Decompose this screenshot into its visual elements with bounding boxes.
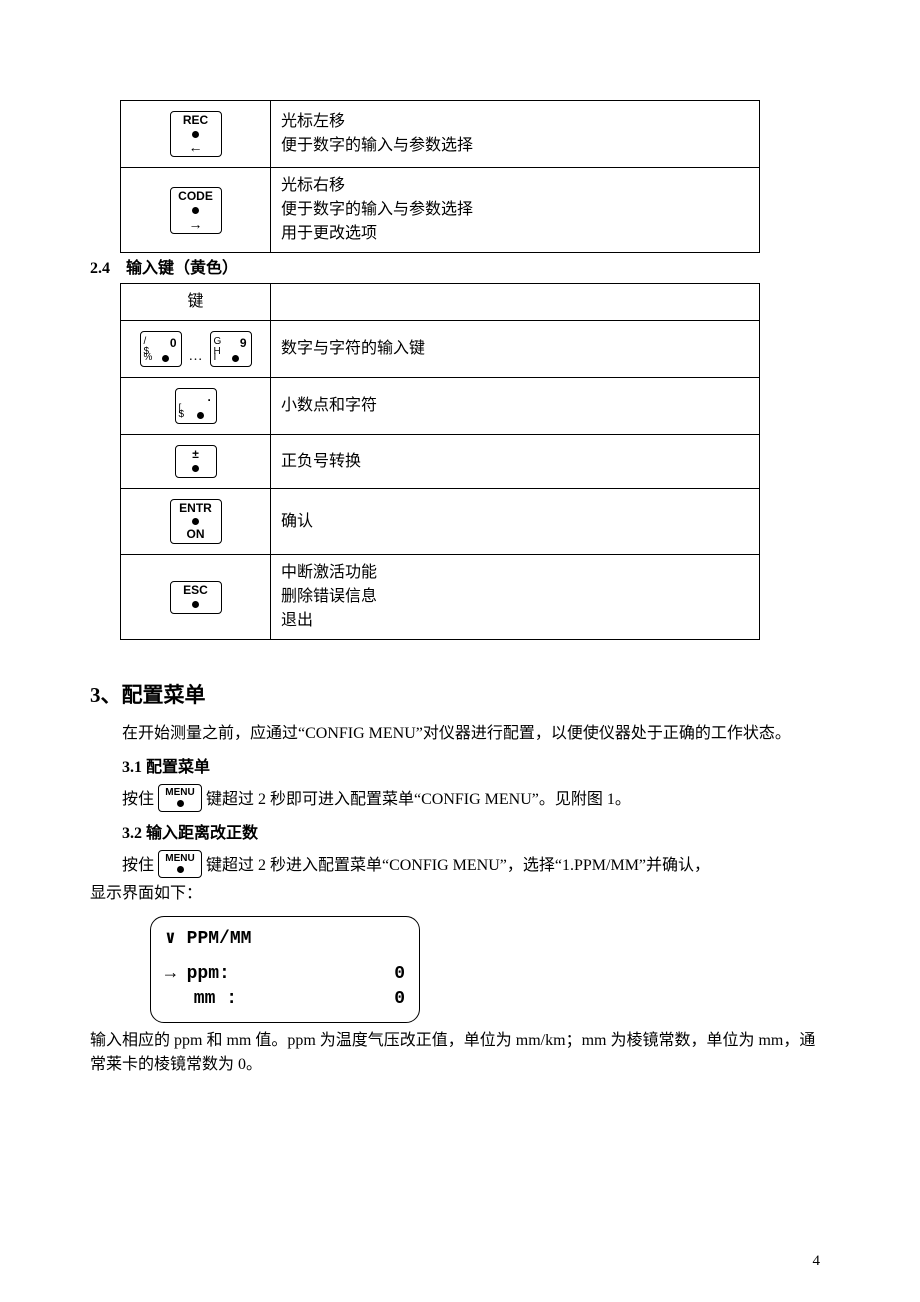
table-row: / $ % 0 … G H I 9 数字与字符的输入键 bbox=[121, 321, 760, 378]
decimal-key-icon: [ $ · bbox=[175, 388, 217, 424]
key-cell: ENTR ON bbox=[121, 488, 271, 555]
lcd-display: ∨ PPM/MM → ppm: 0 mm : 0 bbox=[150, 916, 420, 1024]
text-after-key: 键超过 2 秒进入配置菜单“CONFIG MENU”，选择“1.PPM/MM”并… bbox=[206, 857, 710, 874]
text-after-key: 键超过 2 秒即可进入配置菜单“CONFIG MENU”。见附图 1。 bbox=[206, 791, 631, 808]
table-header-left: 键 bbox=[121, 284, 271, 321]
key-cell: REC ← bbox=[121, 101, 271, 168]
menu-key-icon: MENU bbox=[158, 784, 202, 812]
dot-icon bbox=[162, 355, 169, 362]
key-desc: 光标左移 便于数字的输入与参数选择 bbox=[271, 101, 760, 168]
key-desc: 小数点和字符 bbox=[271, 378, 760, 435]
lcd-title: ∨ PPM/MM bbox=[165, 927, 405, 952]
key-desc: 光标右移 便于数字的输入与参数选择 用于更改选项 bbox=[271, 168, 760, 253]
key-desc: 正负号转换 bbox=[271, 435, 760, 488]
dot-icon bbox=[232, 355, 239, 362]
table-row: ESC 中断激活功能 删除错误信息 退出 bbox=[121, 555, 760, 640]
lcd-row: → ppm: 0 bbox=[165, 962, 405, 987]
numkey-9-icon: G H I 9 bbox=[210, 331, 252, 367]
table-input-keys: 键 / $ % 0 … G H I bbox=[120, 283, 760, 640]
section-3-1-heading: 3.1 配置菜单 bbox=[122, 756, 830, 780]
dot-icon bbox=[197, 412, 204, 419]
text-before-key: 按住 bbox=[122, 857, 154, 874]
key-cell: CODE → bbox=[121, 168, 271, 253]
table-row: CODE → 光标右移 便于数字的输入与参数选择 用于更改选项 bbox=[121, 168, 760, 253]
table-cursor-keys: REC ← 光标左移 便于数字的输入与参数选择 CODE → 光标右移 便于数字… bbox=[120, 100, 760, 253]
table-row: ENTR ON 确认 bbox=[121, 488, 760, 555]
table-row: REC ← 光标左移 便于数字的输入与参数选择 bbox=[121, 101, 760, 168]
table-row: ± 正负号转换 bbox=[121, 435, 760, 488]
key-desc: 中断激活功能 删除错误信息 退出 bbox=[271, 555, 760, 640]
key-cell: [ $ · bbox=[121, 378, 271, 435]
lcd-value: 0 bbox=[394, 987, 405, 1012]
lcd-value: 0 bbox=[394, 962, 405, 987]
section-3-2-tail: 输入相应的 ppm 和 mm 值。ppm 为温度气压改正值，单位为 mm/km；… bbox=[90, 1029, 830, 1077]
dot-icon bbox=[192, 518, 199, 525]
section-3-heading: 3、配置菜单 bbox=[90, 680, 830, 712]
key-cell: ESC bbox=[121, 555, 271, 640]
numkey-0-icon: / $ % 0 bbox=[140, 331, 182, 367]
key-cell: / $ % 0 … G H I 9 bbox=[121, 321, 271, 378]
key-desc: 数字与字符的输入键 bbox=[271, 321, 760, 378]
document-page: REC ← 光标左移 便于数字的输入与参数选择 CODE → 光标右移 便于数字… bbox=[0, 0, 920, 1302]
code-key-icon: CODE → bbox=[170, 187, 222, 233]
dot-icon bbox=[192, 207, 199, 214]
page-number: 4 bbox=[813, 1250, 821, 1273]
lcd-label: mm : bbox=[165, 987, 237, 1012]
table-row: [ $ · 小数点和字符 bbox=[121, 378, 760, 435]
dot-icon bbox=[177, 800, 184, 807]
rec-key-icon: REC ← bbox=[170, 111, 222, 157]
dot-icon bbox=[192, 601, 199, 608]
section-3-1-line: 按住 MENU 键超过 2 秒即可进入配置菜单“CONFIG MENU”。见附图… bbox=[122, 784, 830, 812]
lcd-label: → ppm: bbox=[165, 962, 230, 987]
section-3-2-line1: 按住 MENU 键超过 2 秒进入配置菜单“CONFIG MENU”，选择“1.… bbox=[122, 850, 830, 878]
table-header-right bbox=[271, 284, 760, 321]
table-header-row: 键 bbox=[121, 284, 760, 321]
entr-on-key-icon: ENTR ON bbox=[170, 499, 222, 545]
section-2-4-heading: 2.4 输入键（黄色） bbox=[90, 257, 830, 281]
key-desc: 确认 bbox=[271, 488, 760, 555]
dot-icon bbox=[192, 465, 199, 472]
section-3-2-heading: 3.2 输入距离改正数 bbox=[122, 822, 830, 846]
key-cell: ± bbox=[121, 435, 271, 488]
text-before-key: 按住 bbox=[122, 791, 154, 808]
dot-icon bbox=[192, 131, 199, 138]
section-3-2-line2: 显示界面如下： bbox=[90, 882, 830, 906]
menu-key-icon: MENU bbox=[158, 850, 202, 878]
section-3-intro: 在开始测量之前，应通过“CONFIG MENU”对仪器进行配置，以便使仪器处于正… bbox=[90, 722, 830, 746]
plus-minus-key-icon: ± bbox=[175, 445, 217, 477]
dot-icon bbox=[177, 866, 184, 873]
lcd-row: mm : 0 bbox=[165, 987, 405, 1012]
ellipsis: … bbox=[189, 349, 203, 364]
esc-key-icon: ESC bbox=[170, 581, 222, 613]
